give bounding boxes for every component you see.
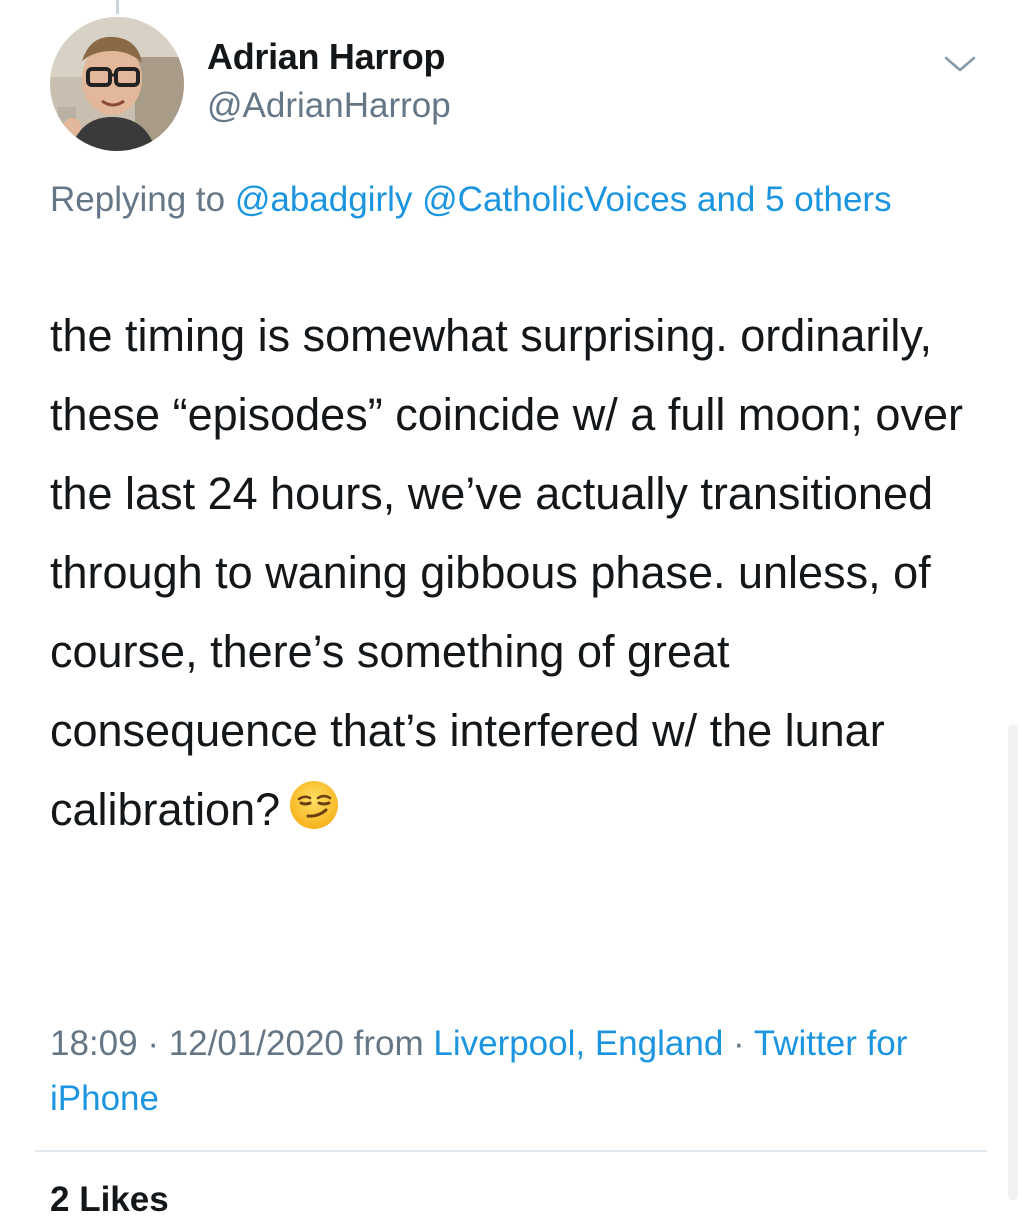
tweet-metadata: 18:09 · 12/01/2020 from Liverpool, Engla…: [50, 1016, 990, 1126]
others-link[interactable]: and 5 others: [697, 180, 892, 219]
scrollbar[interactable]: [1008, 725, 1018, 1200]
avatar-image: [50, 17, 184, 151]
tweet-body: the timing is somewhat surprising. ordin…: [50, 296, 990, 855]
from-label: from: [353, 1024, 424, 1063]
mention-link[interactable]: @CatholicVoices: [422, 180, 687, 219]
location-link[interactable]: Liverpool, England: [433, 1024, 723, 1063]
tweet-date: 12/01/2020: [168, 1024, 344, 1063]
tweet-time: 18:09: [50, 1024, 138, 1063]
avatar[interactable]: [50, 17, 184, 151]
author-name[interactable]: Adrian Harrop: [207, 36, 445, 78]
separator-dot: ·: [733, 1024, 745, 1063]
thread-connector-line: [116, 0, 119, 14]
replying-to-line: Replying to @abadgirly @CatholicVoices a…: [50, 172, 950, 228]
smirking-face-emoji-icon: [288, 776, 340, 855]
separator-dot: ·: [147, 1024, 159, 1063]
tweet-text: the timing is somewhat surprising. ordin…: [50, 310, 963, 835]
chevron-down-icon[interactable]: [940, 50, 980, 76]
divider: [35, 1150, 987, 1152]
likes-count[interactable]: 2 Likes: [50, 1180, 169, 1220]
author-handle[interactable]: @AdrianHarrop: [207, 86, 451, 126]
replying-prefix: Replying to: [50, 180, 226, 219]
mention-link[interactable]: @abadgirly: [235, 180, 413, 219]
